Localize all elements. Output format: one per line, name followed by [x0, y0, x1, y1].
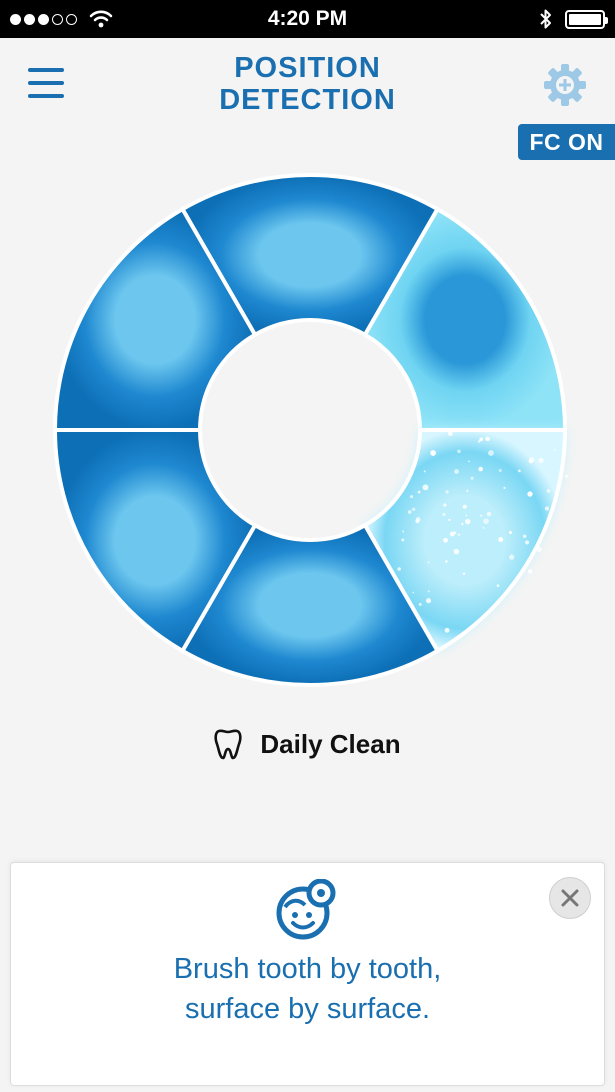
sparkle	[498, 468, 502, 472]
smiley-dentist-icon	[276, 879, 336, 940]
sparkle	[528, 459, 533, 464]
sparkle	[445, 490, 449, 494]
sparkle	[412, 591, 415, 594]
sparkle	[418, 602, 422, 606]
sparkle	[443, 503, 447, 507]
sparkle	[538, 457, 544, 464]
sparkle	[466, 489, 469, 492]
sparkle	[411, 507, 416, 512]
sparkle	[457, 533, 460, 536]
sparkle	[536, 546, 542, 553]
sparkle	[486, 511, 492, 517]
sparkle	[470, 476, 474, 480]
battery-level	[569, 13, 601, 25]
sparkle	[422, 484, 429, 491]
tip-line1: Brush tooth by tooth,	[173, 953, 442, 985]
gear-plus-icon[interactable]	[542, 62, 588, 108]
sparkle	[564, 474, 569, 479]
sparkle	[427, 561, 430, 564]
sparkle	[544, 506, 550, 511]
sparkle	[479, 437, 484, 442]
sparkle	[461, 632, 465, 637]
wifi-icon	[89, 10, 113, 28]
tooth-icon	[214, 729, 243, 760]
sparkle	[448, 518, 451, 522]
sparkle	[496, 584, 500, 587]
tip-line2: surface by surface.	[185, 993, 430, 1025]
sparkle	[555, 499, 558, 502]
signal-strength-icon	[10, 13, 77, 25]
sparkle	[402, 530, 405, 533]
sparkle	[445, 560, 448, 563]
sparkle	[462, 572, 466, 576]
status-left	[10, 10, 113, 28]
sparkle	[449, 531, 455, 537]
sparkle	[443, 537, 448, 543]
sparkle	[457, 449, 461, 454]
mode-row: Daily Clean	[0, 728, 615, 760]
sparkle	[480, 514, 483, 517]
sparkle	[453, 548, 460, 555]
sparkle	[478, 466, 483, 472]
sparkle	[423, 470, 426, 473]
sparkle	[417, 490, 421, 494]
page-title-line1: POSITION	[234, 52, 381, 84]
sparkle	[518, 469, 521, 473]
battery-icon	[565, 9, 608, 29]
sparkle	[462, 504, 467, 509]
sparkle	[527, 491, 533, 497]
sparkle	[468, 460, 470, 463]
sparkle	[410, 495, 414, 499]
close-icon	[561, 889, 579, 907]
sparkle	[522, 534, 527, 539]
sparkle	[509, 554, 515, 560]
sparkle	[442, 512, 446, 517]
sparkle	[508, 530, 512, 535]
sparkle	[498, 536, 504, 543]
sparkle	[447, 431, 453, 436]
bluetooth-icon	[540, 9, 551, 29]
sparkle	[464, 518, 471, 525]
sparkle	[482, 526, 485, 529]
status-bar: 4:20 PM	[0, 0, 615, 38]
sparkle	[525, 540, 530, 545]
tip-text: Brush tooth by tooth, surface by surface…	[11, 949, 604, 1029]
status-right	[539, 8, 608, 30]
mode-label: Daily Clean	[260, 728, 401, 759]
page-title: POSITION DETECTION	[0, 52, 615, 116]
app-header: POSITION DETECTION FC ON	[0, 38, 615, 160]
sparkle	[485, 436, 490, 442]
sparkle	[488, 450, 494, 456]
sparkle	[444, 627, 450, 633]
sparkle	[397, 567, 401, 571]
sparkle	[407, 510, 412, 514]
sparkle	[546, 489, 551, 493]
sparkle	[483, 518, 489, 524]
position-ring	[40, 160, 580, 700]
sparkle	[430, 450, 433, 453]
sparkle	[465, 514, 468, 517]
page-title-line2: DETECTION	[219, 84, 396, 116]
sparkle	[527, 569, 533, 574]
sparkle	[461, 523, 464, 526]
tip-card: Brush tooth by tooth, surface by surface…	[10, 862, 605, 1086]
sparkle	[503, 486, 506, 489]
sparkle	[454, 469, 459, 475]
fc-status-badge: FC ON	[518, 124, 615, 160]
sparkle	[426, 598, 432, 604]
sparkle	[427, 590, 430, 593]
position-ring-graphic	[52, 173, 569, 687]
close-button[interactable]	[549, 877, 591, 919]
sparkle	[553, 448, 556, 451]
sparkle	[415, 517, 421, 522]
sparkle	[401, 538, 405, 542]
